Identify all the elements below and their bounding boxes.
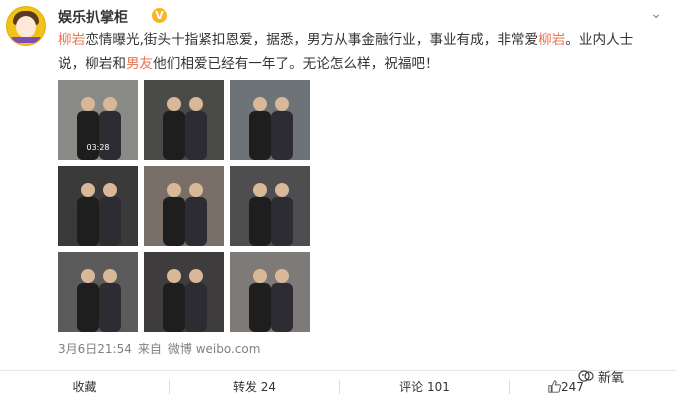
- action-bar: 收藏 转发 24 评论 101 247: [0, 370, 676, 403]
- photo-thumbnail[interactable]: [230, 166, 310, 246]
- photo-people-icon: [77, 269, 121, 332]
- photo-people-icon: [249, 269, 293, 332]
- photo-caption: 03:28: [86, 143, 110, 152]
- post-text: 柳岩恋情曝光,街头十指紧扣恩爱，据悉，男方从事金融行业，事业有成，非常爱柳岩。业…: [58, 28, 658, 76]
- repost-label: 转发 24: [232, 380, 277, 394]
- avatar-face: [16, 16, 36, 38]
- photo-people-icon: [249, 183, 293, 246]
- user-avatar[interactable]: [6, 6, 46, 46]
- photo-people-icon: [163, 183, 207, 246]
- photo-people-icon: [163, 97, 207, 160]
- photo-thumbnail[interactable]: [144, 166, 224, 246]
- collect-label: 收藏: [72, 380, 97, 394]
- avatar-tag: [11, 37, 41, 43]
- watermark-text: 新氧: [598, 371, 625, 386]
- keyword-link[interactable]: 柳岩: [538, 32, 565, 48]
- divider: [509, 380, 510, 394]
- post-time[interactable]: 3月6日21:54: [58, 342, 132, 356]
- photo-thumbnail[interactable]: 03:28: [58, 80, 138, 160]
- photo-grid: 03:28: [58, 80, 310, 332]
- source-label: 来自: [137, 342, 162, 356]
- verified-badge-icon: V: [152, 8, 167, 23]
- photo-thumbnail[interactable]: [144, 80, 224, 160]
- weibo-post: 娱乐扒掌柜 V ⌄ 柳岩恋情曝光,街头十指紧扣恩爱，据悉，男方从事金融行业，事业…: [0, 0, 676, 403]
- thumbs-up-icon: [548, 380, 561, 393]
- post-meta: 3月6日21:54 来自 微博 weibo.com: [58, 340, 260, 357]
- comment-label: 评论 101: [399, 380, 450, 394]
- repost-button[interactable]: 转发 24: [170, 371, 339, 403]
- username[interactable]: 娱乐扒掌柜: [58, 7, 128, 27]
- photo-thumbnail[interactable]: [144, 252, 224, 332]
- more-menu-icon[interactable]: ⌄: [650, 6, 662, 22]
- photo-thumbnail[interactable]: [230, 252, 310, 332]
- photo-people-icon: [163, 269, 207, 332]
- photo-thumbnail[interactable]: [58, 252, 138, 332]
- photo-people-icon: [249, 97, 293, 160]
- photo-thumbnail[interactable]: [58, 166, 138, 246]
- watermark-logo-icon: [578, 370, 594, 382]
- text-segment: 恋情曝光,街头十指紧扣恩爱，据悉，男方从事金融行业，事业有成，非常爱: [85, 32, 539, 48]
- photo-people-icon: [77, 183, 121, 246]
- collect-button[interactable]: 收藏: [0, 371, 169, 403]
- keyword-link[interactable]: 男友: [126, 56, 153, 72]
- keyword-link[interactable]: 柳岩: [58, 32, 85, 48]
- text-segment: 他们相爱已经有一年了。无论怎么样，祝福吧！: [153, 56, 439, 72]
- comment-button[interactable]: 评论 101: [340, 371, 509, 403]
- post-source[interactable]: 微博 weibo.com: [168, 342, 261, 356]
- photo-thumbnail[interactable]: [230, 80, 310, 160]
